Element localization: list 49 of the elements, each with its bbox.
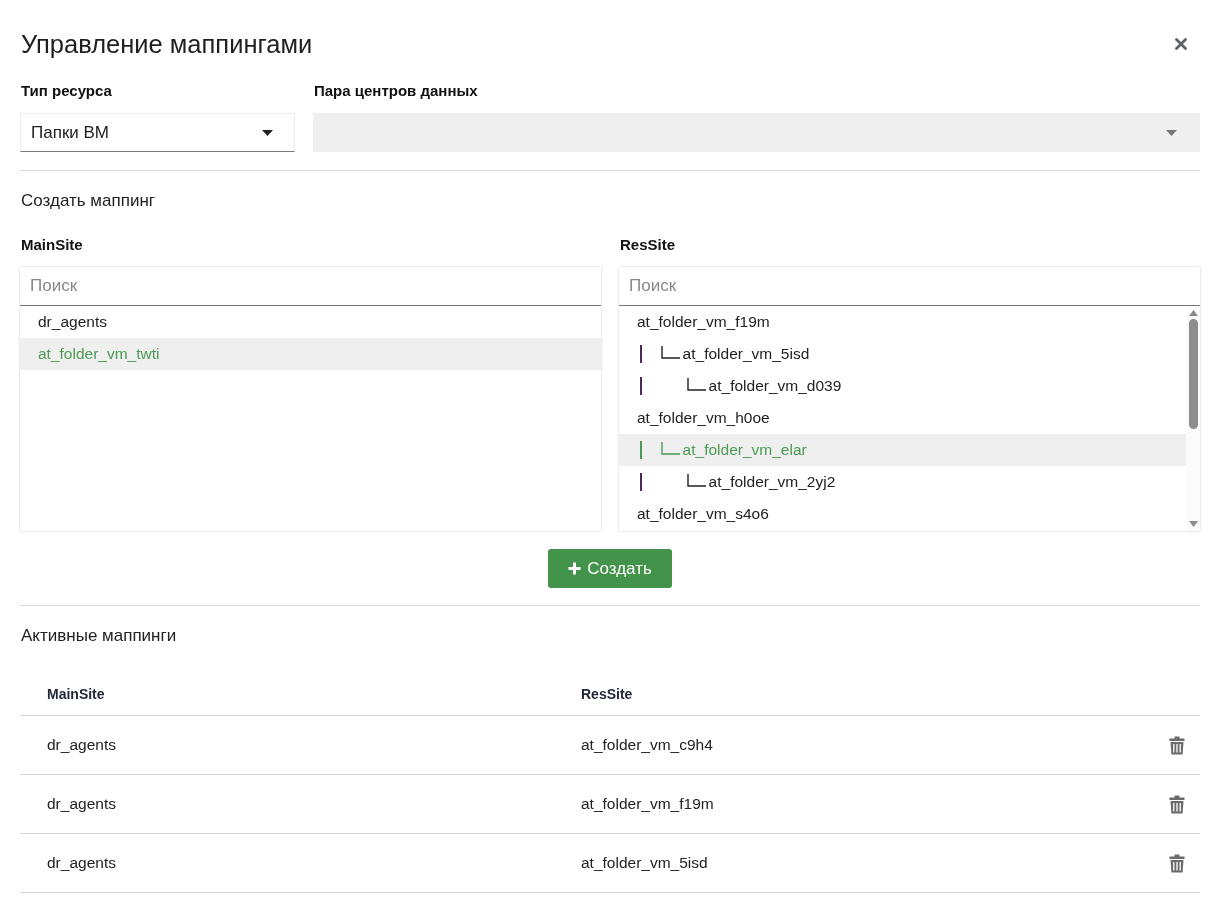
trash-icon <box>1169 735 1185 755</box>
tree-elbow-icon <box>660 345 680 359</box>
scroll-down-icon[interactable] <box>1188 521 1198 527</box>
column-header: MainSite <box>46 686 105 702</box>
list-label: MainSite <box>21 235 83 255</box>
list-item[interactable]: at_folder_vm_2yj2 <box>619 466 1186 498</box>
field-label: Пара центров данных <box>314 81 478 101</box>
column-header: ResSite <box>580 686 633 702</box>
search-field[interactable]: Поиск <box>20 267 601 306</box>
tree-line-icon <box>640 441 642 459</box>
tree-elbow-icon <box>660 441 680 455</box>
list-item[interactable]: at_folder_vm_s4o6 <box>619 498 1186 530</box>
dialog-title: Управление маппингами <box>21 29 313 60</box>
caret-down-icon <box>1166 129 1177 136</box>
list-label: ResSite <box>620 235 676 255</box>
list-item[interactable]: at_folder_vm_f19m <box>619 306 1186 338</box>
list-item[interactable]: dr_agents <box>20 306 601 338</box>
delete-button[interactable] <box>1169 735 1185 755</box>
tree-line-icon <box>640 345 642 363</box>
field-label: Тип ресурса <box>21 81 112 101</box>
plus-icon <box>568 562 582 575</box>
close-button[interactable] <box>1175 38 1187 50</box>
table-cell-text: dr_agents <box>46 854 116 872</box>
section-title: Активные маппинги <box>21 625 177 647</box>
list-item[interactable]: at_folder_vm_h0oe <box>619 402 1186 434</box>
scrollbar-thumb[interactable] <box>1188 319 1198 429</box>
caret-down-icon <box>262 129 273 136</box>
scroll-up-icon[interactable] <box>1188 310 1198 316</box>
trash-icon <box>1169 794 1185 814</box>
table-cell-text: at_folder_vm_f19m <box>580 795 714 813</box>
section-title: Создать маппинг <box>21 190 155 212</box>
create-button[interactable]: Создать <box>548 549 672 588</box>
table-cell-text: dr_agents <box>46 795 116 813</box>
tree-line-icon <box>640 377 642 395</box>
delete-button[interactable] <box>1169 794 1185 814</box>
table-cell-text: at_folder_vm_5isd <box>580 854 708 872</box>
tree-line-icon <box>640 473 642 491</box>
list-item[interactable]: at_folder_vm_d039 <box>619 370 1186 402</box>
table-cell-text: at_folder_vm_c9h4 <box>580 736 713 754</box>
table-cell-text: dr_agents <box>46 736 116 754</box>
delete-button[interactable] <box>1169 853 1185 873</box>
tree-elbow-icon <box>686 377 706 391</box>
search-field[interactable]: Поиск <box>619 267 1200 306</box>
list-item[interactable]: at_folder_vm_5isd <box>619 338 1186 370</box>
scrollbar[interactable] <box>1186 306 1200 531</box>
tree-elbow-icon <box>686 473 706 487</box>
trash-icon <box>1169 853 1185 873</box>
select-field[interactable]: Папки ВМ <box>20 113 295 152</box>
close-icon <box>1175 38 1187 50</box>
